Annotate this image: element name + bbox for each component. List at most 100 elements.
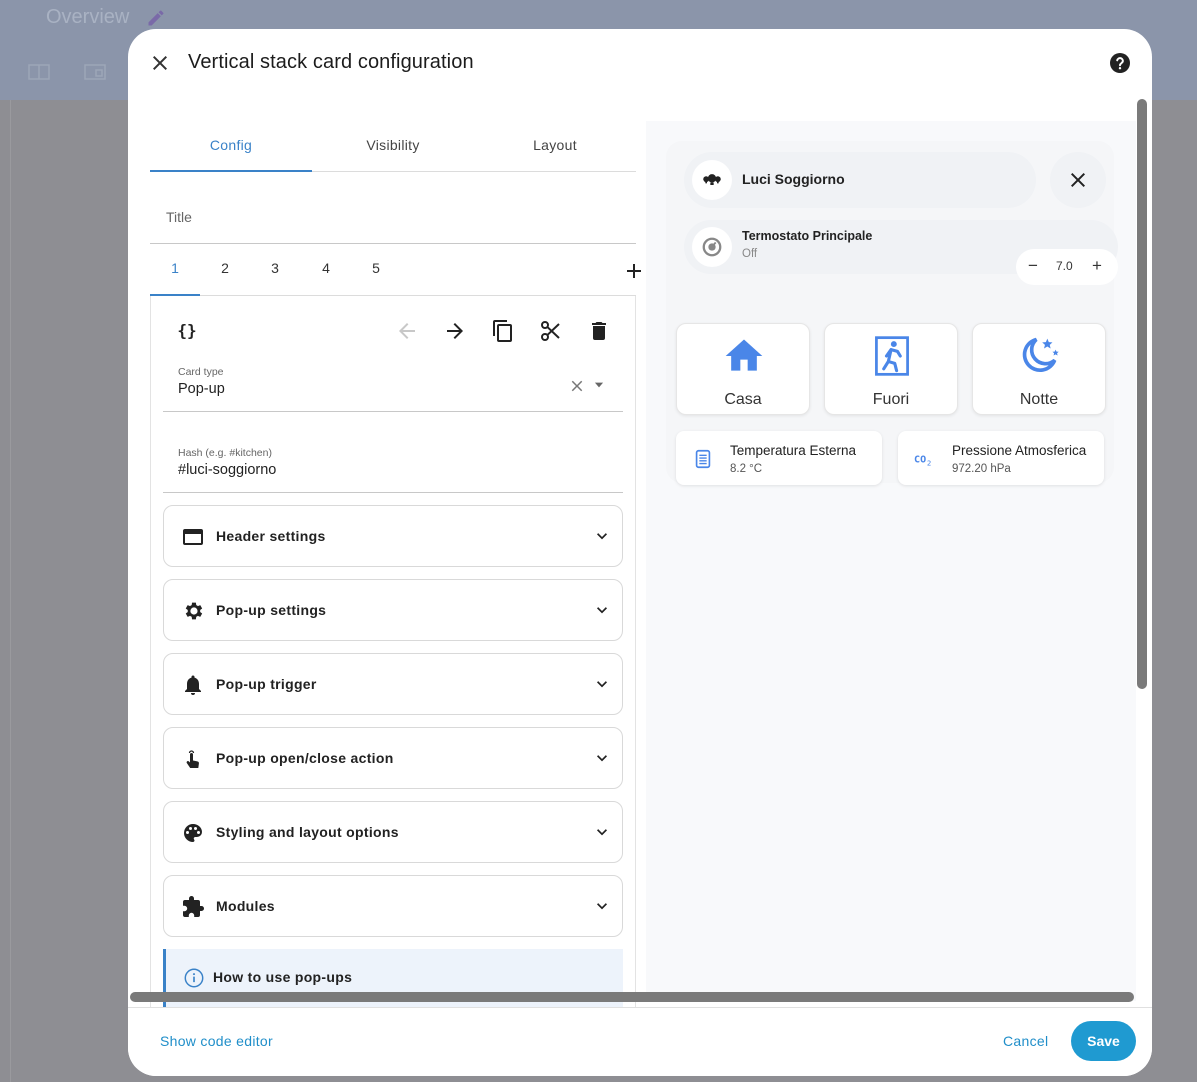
divider: [10, 100, 11, 1082]
thermostat-state: Off: [742, 248, 758, 260]
button-label: Notte: [1019, 391, 1059, 408]
clear-icon[interactable]: [568, 377, 586, 395]
button-casa[interactable]: Casa: [676, 323, 810, 415]
add-card-icon[interactable]: [622, 259, 646, 283]
accordion-label: Header settings: [216, 528, 326, 544]
header-icon: [183, 529, 203, 545]
close-icon[interactable]: [148, 51, 172, 75]
accordion-styling-layout[interactable]: Styling and layout options: [163, 801, 623, 863]
hash-value: #luci-soggiorno: [178, 462, 277, 478]
dialog-title: Vertical stack card configuration: [188, 51, 474, 73]
vertical-scrollbar[interactable]: [1137, 99, 1147, 689]
stepper-value: 7.0: [1056, 259, 1073, 273]
sensor-pressione[interactable]: CO 2 Pressione Atmosferica 972.20 hPa: [898, 431, 1104, 485]
cancel-button[interactable]: Cancel: [1003, 1033, 1048, 1049]
accordion-label: Styling and layout options: [216, 824, 399, 840]
thermostat-name: Termostato Principale: [742, 229, 873, 243]
button-notte[interactable]: Notte: [972, 323, 1106, 415]
thermostat-icon-wrap: [692, 227, 732, 267]
sensor-value: 8.2 °C: [730, 463, 763, 475]
popup-header-icon: [692, 160, 732, 200]
svg-text:{}: {}: [177, 321, 196, 340]
moon-stars-icon: [1022, 337, 1059, 373]
code-braces-icon[interactable]: {}: [175, 319, 199, 343]
config-tabs: Config Visibility Layout: [150, 125, 636, 172]
accordion-popup-trigger[interactable]: Pop-up trigger: [163, 653, 623, 715]
light-bulbs-icon: [703, 174, 721, 185]
svg-text:CO: CO: [914, 455, 926, 466]
card-tab-5[interactable]: 5: [351, 244, 401, 296]
chevron-down-icon: [597, 681, 607, 688]
card-tab-1[interactable]: 1: [150, 244, 200, 296]
accordion-popup-settings[interactable]: Pop-up settings: [163, 579, 623, 641]
svg-text:2: 2: [927, 458, 931, 467]
accordion-label: Modules: [216, 898, 275, 914]
exit-run-icon: [875, 336, 909, 376]
temperature-sensor-icon: [695, 449, 711, 469]
arrow-left-icon[interactable]: [395, 319, 419, 343]
dialog-footer: Show code editor Cancel Save: [128, 1007, 1152, 1076]
gear-icon: [185, 602, 203, 620]
popup-close-button[interactable]: [1050, 152, 1106, 208]
palette-icon: [184, 824, 202, 842]
dashboard-title: Overview: [46, 6, 130, 28]
button-fuori[interactable]: Fuori: [824, 323, 958, 415]
chevron-down-icon: [597, 607, 607, 614]
home-icon: [725, 339, 763, 371]
card-type-value: Pop-up: [178, 381, 225, 397]
show-code-editor-button[interactable]: Show code editor: [160, 1033, 273, 1049]
thermostat-icon: [702, 237, 722, 257]
sensor-name: Temperatura Esterna: [730, 443, 857, 458]
card-tab-2[interactable]: 2: [200, 244, 250, 296]
delete-icon[interactable]: [587, 319, 611, 343]
puzzle-icon: [183, 896, 204, 917]
sensor-value: 972.20 hPa: [952, 463, 1011, 475]
hash-label: Hash (e.g. #kitchen): [178, 447, 272, 459]
button-label: Casa: [724, 391, 762, 408]
scissors-icon[interactable]: [539, 319, 563, 343]
card-preview: Luci Soggiorno Termostato Principale Off…: [646, 121, 1136, 1001]
button-label: Fuori: [872, 391, 910, 408]
card-tab-4[interactable]: 4: [301, 244, 351, 296]
save-button[interactable]: Save: [1071, 1021, 1136, 1061]
increment-icon[interactable]: +: [1092, 256, 1102, 276]
accordion-label: Pop-up trigger: [216, 676, 317, 692]
copy-icon[interactable]: [491, 319, 515, 343]
arrow-right-icon[interactable]: [443, 319, 467, 343]
edit-icon[interactable]: [146, 8, 166, 28]
card-config-dialog: Vertical stack card configuration Config…: [128, 29, 1152, 1076]
popup-header-name: Luci Soggiorno: [742, 171, 845, 187]
touch-icon: [186, 750, 199, 768]
card-tab-3[interactable]: 3: [250, 244, 300, 296]
card-tabs: 1 2 3 4 5: [150, 244, 641, 296]
horizontal-scrollbar[interactable]: [130, 992, 1134, 1002]
thermostat-stepper[interactable]: − 7.0 +: [1016, 249, 1118, 285]
card-type-select[interactable]: Card type Pop-up: [163, 360, 623, 412]
tab-layout[interactable]: Layout: [474, 125, 636, 172]
popup-header: Luci Soggiorno: [684, 152, 1036, 208]
view-icon[interactable]: [84, 64, 106, 80]
title-field-label: Title: [166, 209, 192, 225]
tab-config[interactable]: Config: [150, 125, 312, 172]
chevron-down-icon: [597, 533, 607, 540]
accordion-modules[interactable]: Modules: [163, 875, 623, 937]
view-icon[interactable]: [28, 64, 50, 80]
accordion-header-settings[interactable]: Header settings: [163, 505, 623, 567]
chevron-down-icon: [597, 755, 607, 762]
close-icon: [1071, 173, 1085, 187]
card-type-label: Card type: [178, 366, 224, 378]
decrement-icon[interactable]: −: [1028, 256, 1038, 276]
tab-indicator: [150, 170, 312, 172]
help-icon[interactable]: [1108, 51, 1132, 75]
hash-field[interactable]: Hash (e.g. #kitchen) #luci-soggiorno: [163, 441, 623, 493]
bell-icon: [185, 675, 201, 695]
sensor-temperatura[interactable]: Temperatura Esterna 8.2 °C: [676, 431, 882, 485]
accordion-open-close-action[interactable]: Pop-up open/close action: [163, 727, 623, 789]
accordion-label: Pop-up settings: [216, 602, 327, 618]
dropdown-icon[interactable]: [592, 378, 606, 392]
title-field[interactable]: Title: [150, 201, 636, 244]
info-icon: [184, 968, 204, 988]
accordion-label: Pop-up open/close action: [216, 750, 394, 766]
popup-preview: Luci Soggiorno Termostato Principale Off…: [666, 141, 1118, 485]
tab-visibility[interactable]: Visibility: [312, 125, 474, 172]
